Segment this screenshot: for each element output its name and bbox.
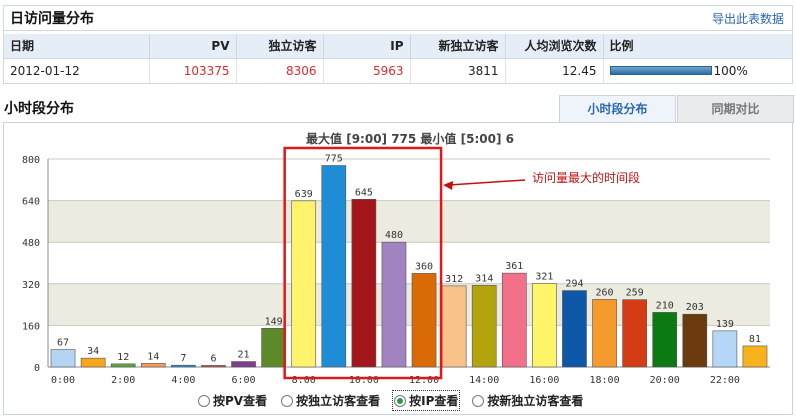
x-tick-label: 6:00 [231,375,255,386]
chart-title: 最大值 [9:00] 775 最小值 [5:00] 6 [306,131,514,146]
bar-value-label: 67 [57,338,69,349]
x-tick-label: 20:00 [650,375,680,386]
radio-uv-circle[interactable] [281,394,294,407]
bar [532,283,557,368]
bar-value-label: 360 [415,261,433,272]
bar [201,365,226,368]
bar [321,165,347,368]
y-tick-label: 480 [22,238,40,249]
y-tick-label: 800 [22,155,40,166]
bar-value-label: 645 [355,187,373,198]
bar-value-label: 34 [87,346,99,357]
bar-value-label: 260 [596,287,614,298]
bar-value-label: 259 [626,288,644,299]
annotation-arrow-head [443,181,454,190]
bar [50,349,76,368]
bar-value-label: 6 [210,353,216,364]
x-tick-label: 8:00 [292,375,316,386]
bar-value-label: 639 [295,189,313,200]
bar-value-label: 210 [656,300,674,311]
bar [562,290,587,368]
bar [110,363,136,368]
bar [622,299,647,368]
bar-value-label: 314 [475,273,493,284]
bar-value-label: 775 [325,154,343,165]
x-tick-label: 22:00 [710,375,740,386]
bar [351,199,377,368]
bar [411,273,437,368]
bar-value-label: 14 [147,351,159,362]
y-tick-label: 640 [22,197,40,208]
bar [381,241,407,368]
bar [291,200,317,368]
bar [592,299,617,368]
bar-value-label: 81 [749,334,761,345]
radio-ip-circle[interactable] [394,394,407,407]
x-tick-label: 16:00 [529,375,559,386]
radio-uv-label[interactable]: 按独立访客查看 [296,392,380,409]
radio-pv[interactable]: 按PV查看 [198,392,267,409]
bar [742,345,768,368]
annotation-arrow-line [449,179,526,186]
x-tick-label: 10:00 [349,375,379,386]
bar-value-label: 203 [686,302,704,313]
bar [652,312,678,368]
grid-band [48,200,770,243]
bar-value-label: 312 [445,274,463,285]
radio-new-uv-circle[interactable] [472,394,485,407]
bar [471,285,497,368]
bar [441,285,467,368]
bar [140,363,166,368]
bar-value-label: 7 [180,353,186,364]
bar-value-label: 361 [505,261,523,272]
annotation-text: 访问量最大的时间段 [532,170,640,185]
bar [171,364,196,368]
bar-value-label: 321 [535,272,553,283]
bar [712,330,738,368]
y-tick-label: 160 [22,321,40,332]
bar [80,357,106,368]
bar [501,272,527,368]
radio-uv[interactable]: 按独立访客查看 [281,392,380,409]
x-tick-label: 4:00 [171,375,195,386]
view-mode-radios: 按PV查看 按独立访客查看 按IP查看 按新独立访客查看 [198,390,583,411]
radio-pv-label[interactable]: 按PV查看 [213,392,267,409]
bar [682,313,708,368]
bar [261,327,286,368]
bar-value-label: 480 [385,230,403,241]
radio-new-uv[interactable]: 按新独立访客查看 [472,392,583,409]
x-tick-label: 2:00 [111,375,135,386]
bar-value-label: 21 [238,350,250,361]
y-tick-label: 320 [22,280,40,291]
bar-value-label: 12 [117,352,129,363]
bar-value-label: 139 [716,319,734,330]
radio-new-uv-label[interactable]: 按新独立访客查看 [487,392,583,409]
radio-ip[interactable]: 按IP查看 [392,390,461,411]
radio-pv-circle[interactable] [198,394,210,407]
bar-value-label: 149 [265,316,283,327]
x-tick-label: 12:00 [409,375,439,386]
x-tick-label: 18:00 [589,375,619,386]
x-tick-label: 14:00 [469,375,499,386]
hourly-bar-chart: 0 160 320 480 640 800 67 34 12 14 7 6 21 149 639 775 645… [22,131,770,386]
x-tick-label: 0:00 [51,375,75,386]
radio-ip-label[interactable]: 按IP查看 [409,392,458,409]
y-tick-label: 0 [34,363,40,374]
bar [231,361,256,368]
bar-value-label: 294 [565,279,583,290]
